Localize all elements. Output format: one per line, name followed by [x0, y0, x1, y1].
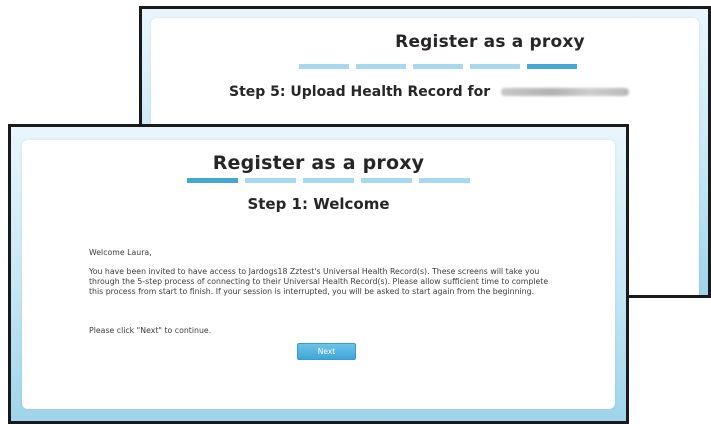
progress-step-4 [361, 178, 412, 183]
progress-step-3 [303, 178, 354, 183]
register-proxy-window-step1: Register as a proxy Step 1: Welcome Welc… [8, 124, 629, 424]
step-title: Step 5: Upload Health Record for [229, 84, 699, 100]
step1-panel: Register as a proxy Step 1: Welcome Welc… [22, 140, 615, 409]
progress-step-3 [413, 64, 463, 69]
progress-step-4 [470, 64, 520, 69]
progress-step-5 [419, 178, 470, 183]
progress-step-5 [527, 64, 577, 69]
progress-step-1 [299, 64, 349, 69]
progress-step-2 [245, 178, 296, 183]
step-title: Step 1: Welcome [247, 195, 390, 213]
step-title-text: Step 5: Upload Health Record for [229, 84, 491, 100]
progress-bar [299, 64, 577, 69]
greeting-text: Welcome Laura, [89, 248, 152, 257]
progress-bar [187, 178, 470, 183]
intro-paragraph: You have been invited to have access to … [89, 267, 549, 297]
progress-step-2 [356, 64, 406, 69]
redacted-name [501, 88, 630, 96]
page-title: Register as a proxy [212, 152, 425, 174]
next-button[interactable]: Next [297, 343, 356, 360]
page-title: Register as a proxy [395, 32, 585, 52]
instruction-text: Please click "Next" to continue. [89, 326, 212, 335]
progress-step-1 [187, 178, 238, 183]
